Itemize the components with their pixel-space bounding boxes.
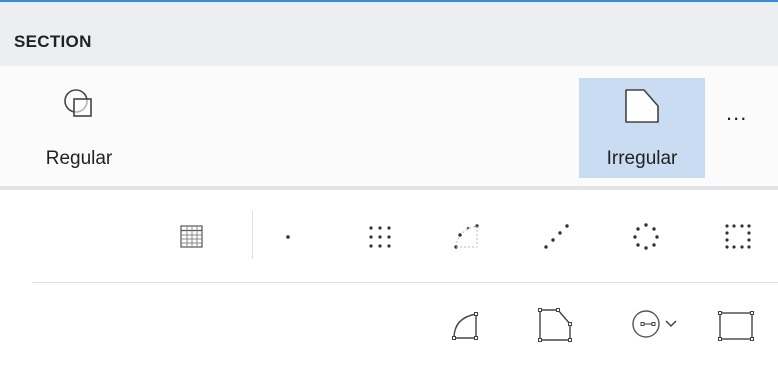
regular-label: Regular [45,148,113,169]
chevron-down-icon [665,320,677,328]
circle-points-icon[interactable] [626,216,666,256]
arc-points-icon[interactable] [446,216,486,256]
chamfer-polygon-icon[interactable] [536,304,576,344]
rectangle-icon[interactable] [716,304,756,344]
line-points-icon[interactable] [536,216,576,256]
grid-points-icon[interactable] [360,216,400,256]
more-options-button[interactable]: ... [726,100,747,126]
section-header: SECTION [0,2,778,66]
tool-rows-divider [32,282,778,283]
regular-button[interactable]: Regular [30,78,128,178]
quarter-circle-icon[interactable] [446,304,486,344]
table-icon[interactable] [171,216,211,256]
irregular-shape-icon [625,89,659,123]
rectangle-points-icon[interactable] [718,216,758,256]
section-title: SECTION [14,32,92,51]
point-icon[interactable] [268,216,308,256]
irregular-button[interactable]: Irregular [579,78,705,178]
tool-separator [252,211,253,259]
irregular-label: Irregular [606,148,678,169]
regular-shape-icon [64,89,92,117]
circle-radius-dropdown[interactable] [626,304,706,344]
circle-radius-icon [632,310,660,338]
